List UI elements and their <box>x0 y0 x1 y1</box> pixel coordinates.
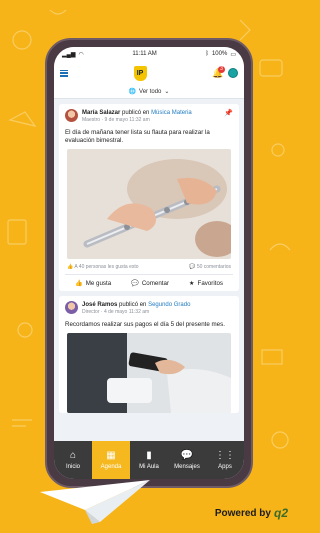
post-text: Recordamos realizar sus pagos el día 5 d… <box>65 321 225 328</box>
post-role: Maestro <box>82 117 101 123</box>
post-verb: publicó en <box>122 110 150 116</box>
globe-icon: 🌐 <box>128 89 137 95</box>
post-image-payment[interactable] <box>67 333 231 413</box>
like-button[interactable]: 👍 Me gusta <box>74 279 111 288</box>
post-card: María Salazar publicó en Música Materia … <box>59 104 239 291</box>
pin-icon[interactable]: 📌 <box>224 109 233 117</box>
post-text: El día de mañana tener lista su flauta p… <box>65 129 210 144</box>
star-icon: ★ <box>188 279 195 287</box>
post-role: Director <box>82 309 100 315</box>
phone-frame: ▂▄▆ ◠ 11:11 AM ᛒ 100% ▭ IP 🔔 3 🌐 Ver todo… <box>45 38 253 488</box>
comments-count[interactable]: 💬 50 comentarios <box>189 264 231 270</box>
status-bar: ▂▄▆ ◠ 11:11 AM ᛒ 100% ▭ <box>54 47 244 61</box>
likes-count: 👍 A 40 personas les gusta esto <box>67 264 139 270</box>
post-author-line: José Ramos publicó en Segundo Grado <box>82 301 190 309</box>
status-time: 11:11 AM <box>132 51 157 57</box>
favorite-button[interactable]: ★ Favoritos <box>189 280 223 287</box>
app-screen: ▂▄▆ ◠ 11:11 AM ᛒ 100% ▭ IP 🔔 3 🌐 Ver todo… <box>54 47 244 479</box>
post-author[interactable]: José Ramos <box>82 302 117 308</box>
post-date: 9 de mayo 11:32 am <box>104 117 150 123</box>
news-feed: María Salazar publicó en Música Materia … <box>54 99 244 413</box>
school-logo: IP <box>133 65 147 81</box>
post-verb: publicó en <box>119 302 147 308</box>
post-actions: 👍 Me gusta 💬 Comentar ★ Favoritos <box>65 275 233 291</box>
bottom-tab-bar: ⌂ Inicio ▦ Agenda ▮ Mi Aula 💬 Mensajes ⋮⋮ App… <box>54 441 244 479</box>
bluetooth-icon: ᛒ <box>205 51 209 57</box>
comment-button[interactable]: 💬 Comentar <box>131 279 169 288</box>
apps-icon: ⋮⋮ <box>215 449 235 461</box>
notification-badge: 3 <box>218 65 225 73</box>
post-card: José Ramos publicó en Segundo Grado Dire… <box>59 296 239 413</box>
calendar-icon: ▦ <box>106 449 116 461</box>
post-meta: Maestro · 9 de mayo 11:32 am <box>82 117 150 123</box>
menu-icon[interactable] <box>60 69 68 77</box>
post-group[interactable]: Música Materia <box>151 110 192 116</box>
author-avatar <box>65 109 78 122</box>
q2-logo: q2 <box>273 506 288 520</box>
comment-icon: 💬 <box>131 280 139 287</box>
powered-by-text: Powered by <box>214 507 271 519</box>
post-date: 4 de mayo 11:32 am <box>103 309 150 315</box>
paper-plane-illustration <box>40 480 150 524</box>
app-header: IP 🔔 3 <box>54 61 244 85</box>
chat-icon: 💬 <box>180 449 194 461</box>
post-stats: 👍 A 40 personas les gusta esto 💬 50 come… <box>65 259 233 275</box>
thumbs-up-icon: 👍 <box>74 280 83 287</box>
tab-mi-aula[interactable]: ▮ Mi Aula <box>130 441 168 479</box>
post-author[interactable]: María Salazar <box>82 110 120 116</box>
post-image-flute[interactable] <box>67 149 231 259</box>
bell-icon[interactable]: 🔔 3 <box>212 65 225 78</box>
powered-by-footer: Powered by q2 <box>215 506 288 520</box>
tab-agenda[interactable]: ▦ Agenda <box>92 441 130 479</box>
battery-icon: ▭ <box>230 51 236 58</box>
home-icon: ⌂ <box>69 449 77 461</box>
post-group[interactable]: Segundo Grado <box>148 302 190 308</box>
author-avatar <box>65 301 78 314</box>
signal-icon: ▂▄▆ <box>62 51 76 58</box>
tab-inicio[interactable]: ⌂ Inicio <box>54 441 92 479</box>
battery-text: 100% <box>211 51 228 57</box>
filter-label: Ver todo <box>139 88 162 95</box>
post-author-line: María Salazar publicó en Música Materia <box>82 109 192 117</box>
tab-mensajes[interactable]: 💬 Mensajes <box>168 441 206 479</box>
tab-apps[interactable]: ⋮⋮ Apps <box>206 441 244 479</box>
chevron-down-icon: ⌄ <box>164 89 170 95</box>
feed-filter[interactable]: 🌐 Ver todo ⌄ <box>54 85 244 99</box>
profile-avatar[interactable] <box>228 68 238 78</box>
post-meta: Director · 4 de mayo 11:32 am <box>82 309 150 315</box>
book-icon: ▮ <box>146 449 152 461</box>
wifi-icon: ◠ <box>78 51 84 58</box>
